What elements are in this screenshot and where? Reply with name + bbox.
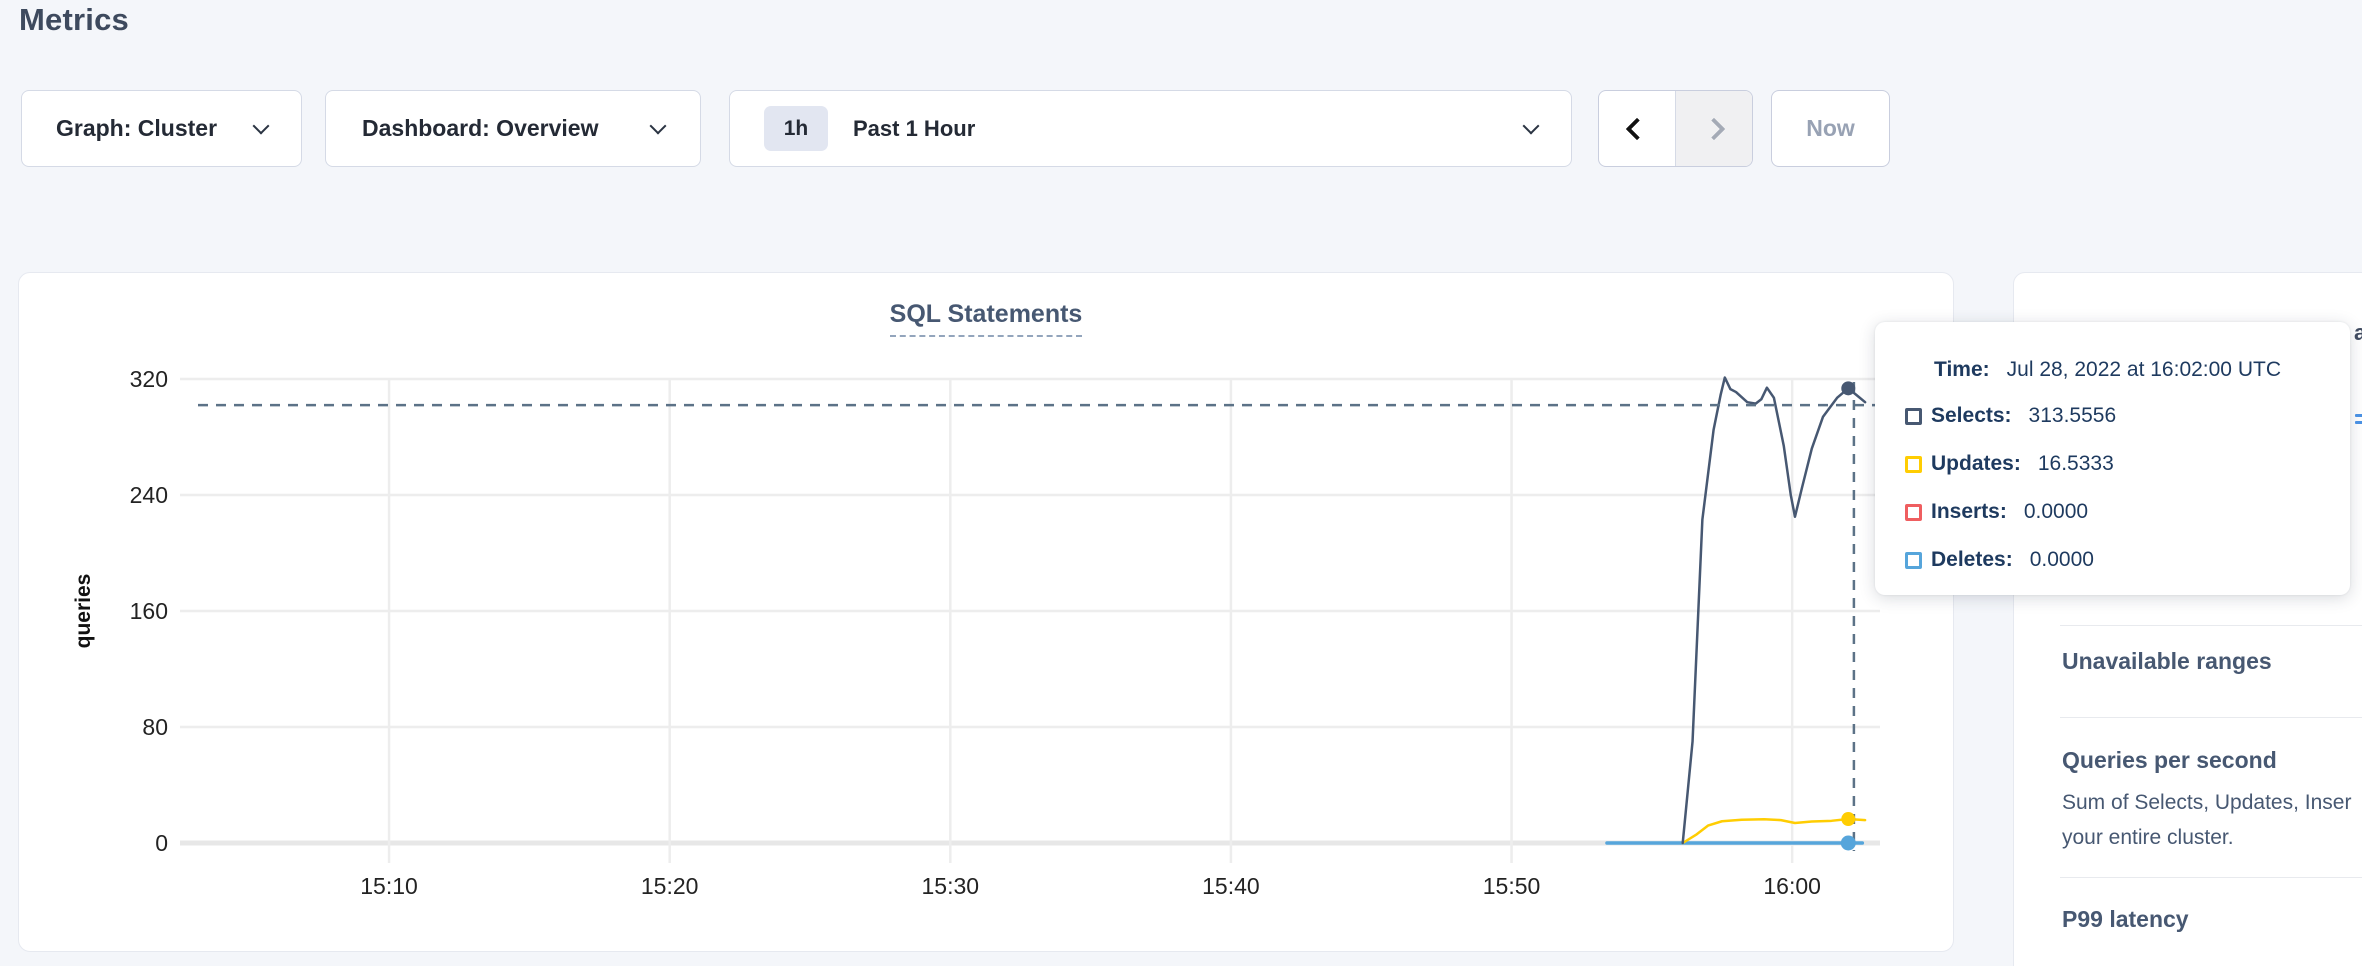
deletes-color-swatch-icon [1905, 552, 1922, 569]
updates-color-swatch-icon [1905, 456, 1922, 473]
tooltip-series-row-inserts: Inserts: 0.0000 [1875, 488, 2350, 536]
tooltip-series-value: 313.5556 [2029, 404, 2117, 428]
chart-hover-tooltip: Time: Jul 28, 2022 at 16:02:00 UTC Selec… [1875, 322, 2350, 595]
x-tick-label: 15:50 [1483, 873, 1541, 899]
tooltip-series-row-updates: Updates: 16.5333 [1875, 440, 2350, 488]
tooltip-series-value: 0.0000 [2030, 548, 2094, 572]
tooltip-series-row-deletes: Deletes: 0.0000 [1875, 536, 2350, 584]
tooltip-series-label: Deletes: [1931, 548, 2013, 572]
tooltip-series-value: 0.0000 [2024, 500, 2088, 524]
tooltip-series-label: Selects: [1931, 404, 2012, 428]
y-tick-label: 320 [130, 366, 168, 392]
x-tick-label: 16:00 [1763, 873, 1821, 899]
x-tick-label: 15:10 [360, 873, 418, 899]
selects-color-swatch-icon [1905, 408, 1922, 425]
clipped-heading-fragment: a [2354, 320, 2362, 346]
metrics-page: Metrics Graph: Cluster Dashboard: Overvi… [0, 0, 2362, 966]
y-tick-label: 80 [142, 714, 168, 740]
tooltip-series-label: Updates: [1931, 452, 2021, 476]
y-tick-label: 240 [130, 482, 168, 508]
hover-dot-deletes [1841, 836, 1856, 851]
clipped-blue-icon-fragment [2355, 414, 2362, 428]
tooltip-time-value: Jul 28, 2022 at 16:02:00 UTC [2007, 358, 2281, 382]
tooltip-series-label: Inserts: [1931, 500, 2007, 524]
y-tick-label: 160 [130, 598, 168, 624]
inserts-color-swatch-icon [1905, 504, 1922, 521]
x-tick-label: 15:20 [641, 873, 699, 899]
tooltip-series-row-selects: Selects: 313.5556 [1875, 392, 2350, 440]
hover-dot-selects [1841, 381, 1855, 395]
series-line-updates [1683, 819, 1865, 843]
y-axis-title: queries [72, 574, 95, 649]
tooltip-time-label: Time: [1934, 358, 1990, 382]
tooltip-time-row: Time: Jul 28, 2022 at 16:02:00 UTC [1875, 348, 2350, 392]
tooltip-series-value: 16.5333 [2038, 452, 2114, 476]
x-tick-label: 15:40 [1202, 873, 1260, 899]
hover-dot-updates [1841, 812, 1855, 826]
x-tick-label: 15:30 [922, 873, 980, 899]
y-tick-label: 0 [155, 830, 168, 856]
